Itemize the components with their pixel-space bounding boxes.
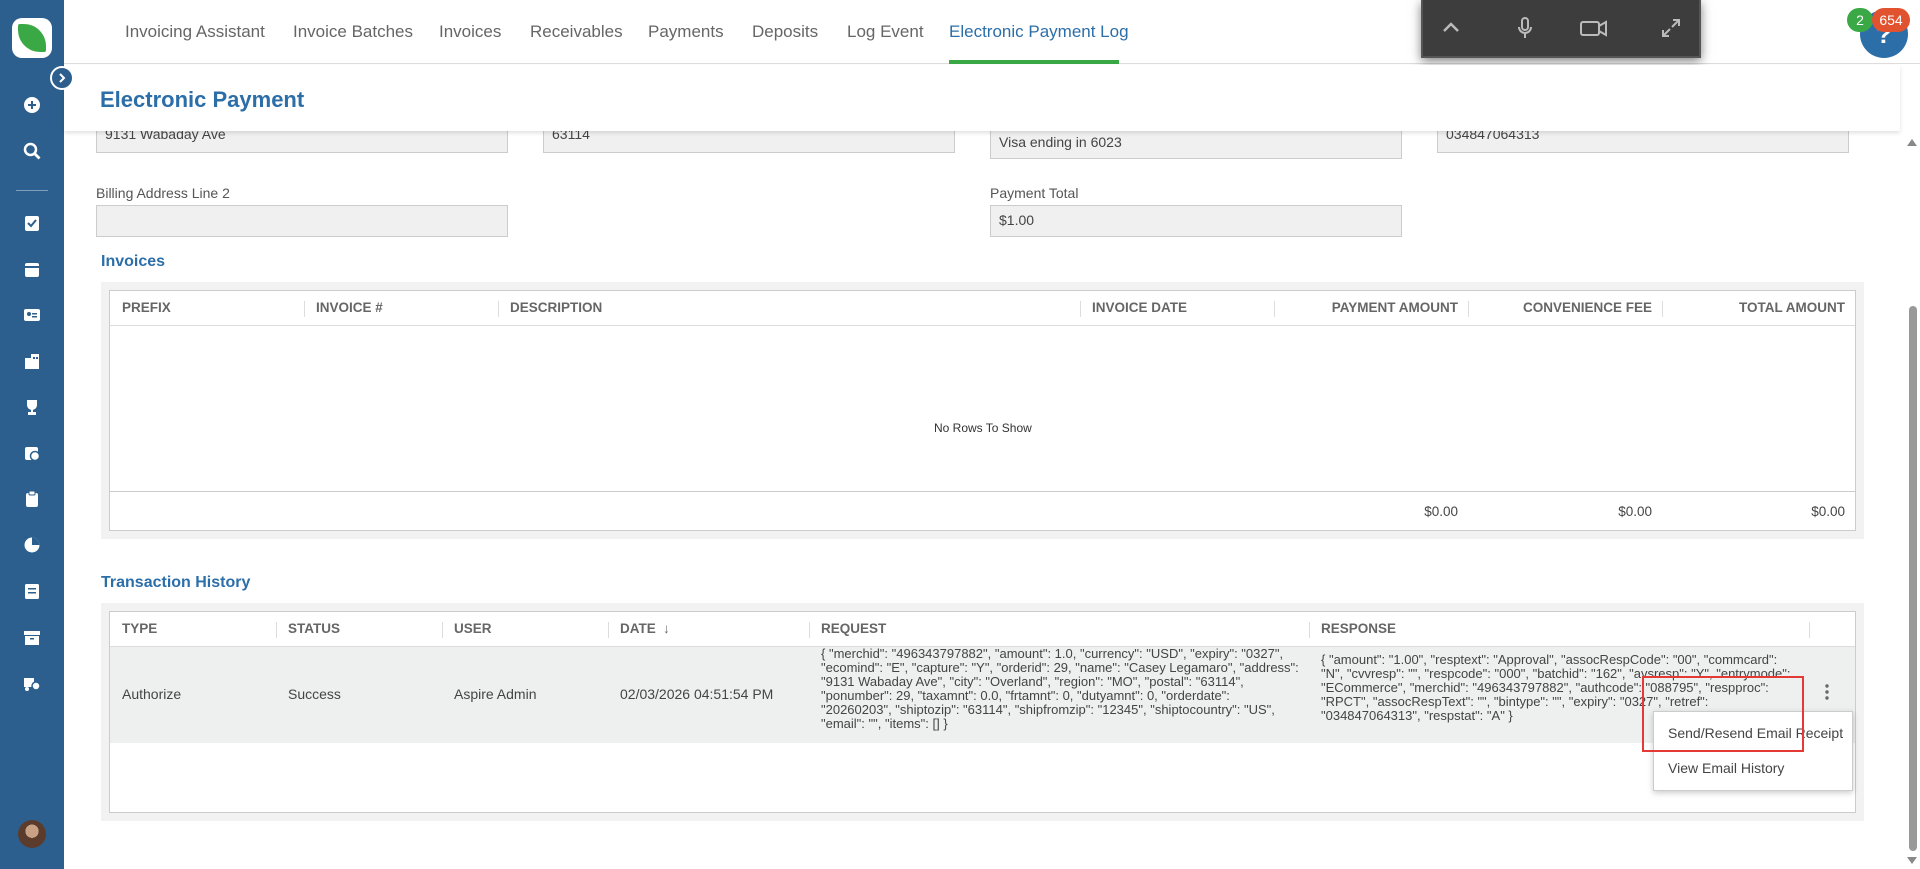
column-separator	[304, 301, 305, 317]
view-email-history-menu-item[interactable]: View Email History	[1668, 760, 1784, 776]
no-rows-message: No Rows To Show	[934, 421, 1032, 435]
add-icon[interactable]	[20, 93, 44, 117]
page-scrollbar[interactable]	[1904, 131, 1920, 869]
invoices-section-title: Invoices	[101, 253, 166, 270]
total-amount: $0.00	[1811, 504, 1845, 519]
tab-receivables[interactable]: Receivables	[530, 22, 623, 42]
cell-request: { "merchid": "496343797882", "amount": 1…	[821, 647, 1299, 731]
tab-log-event[interactable]: Log Event	[847, 22, 924, 42]
column-separator	[1080, 301, 1081, 317]
highlight-box	[1642, 676, 1804, 752]
buildings-icon[interactable]	[20, 349, 44, 373]
tab-invoices[interactable]: Invoices	[439, 22, 501, 42]
video-call-overlay	[1421, 0, 1701, 58]
tab-payments[interactable]: Payments	[648, 22, 724, 42]
column-header-invoice-number[interactable]: INVOICE #	[316, 291, 383, 325]
column-separator	[809, 622, 810, 638]
cell-user: Aspire Admin	[454, 686, 537, 702]
header-divider	[110, 325, 1855, 326]
main-content: 9131 Wabaday Ave 63114 Visa ending in 60…	[64, 131, 1900, 869]
column-header-invoice-date[interactable]: INVOICE DATE	[1092, 291, 1187, 325]
tab-invoice-batches[interactable]: Invoice Batches	[293, 22, 413, 42]
vertical-dots-icon	[1825, 684, 1829, 700]
column-header-total-amount[interactable]: TOTAL AMOUNT	[1739, 291, 1845, 325]
tab-invoicing-assistant[interactable]: Invoicing Assistant	[125, 22, 265, 42]
column-header-date[interactable]: DATE	[620, 612, 656, 646]
column-header-user[interactable]: USER	[454, 612, 492, 646]
column-header-request[interactable]: REQUEST	[821, 612, 886, 646]
calendar-icon[interactable]	[20, 257, 44, 281]
sidebar-divider	[16, 190, 48, 191]
scroll-up-arrow-icon[interactable]	[1907, 139, 1917, 146]
column-header-status[interactable]: STATUS	[288, 612, 340, 646]
invoices-grid: PREFIX INVOICE # DESCRIPTION INVOICE DAT…	[109, 290, 1856, 531]
column-separator	[1309, 622, 1310, 638]
search-icon[interactable]	[20, 139, 44, 163]
column-header-description[interactable]: DESCRIPTION	[510, 291, 602, 325]
payment-total-field[interactable]: $1.00	[990, 205, 1402, 237]
reference-field[interactable]: 034847064313	[1437, 131, 1849, 153]
cell-date: 02/03/2026 04:51:54 PM	[620, 686, 774, 702]
archive-icon[interactable]	[20, 625, 44, 649]
invoices-grid-container: PREFIX INVOICE # DESCRIPTION INVOICE DAT…	[101, 282, 1864, 539]
user-avatar[interactable]	[18, 820, 46, 848]
footer-divider	[110, 491, 1855, 492]
scroll-down-arrow-icon[interactable]	[1907, 857, 1917, 864]
microphone-icon[interactable]	[1511, 16, 1539, 42]
column-header-convenience-fee[interactable]: CONVENIENCE FEE	[1523, 291, 1652, 325]
app-logo[interactable]	[12, 18, 52, 58]
pie-chart-icon[interactable]	[20, 533, 44, 557]
column-separator	[276, 622, 277, 638]
checklist-icon[interactable]	[20, 211, 44, 235]
cell-type: Authorize	[122, 686, 182, 702]
column-separator	[608, 622, 609, 638]
truck-settings-icon[interactable]	[20, 671, 44, 695]
sidebar	[0, 0, 64, 869]
column-header-payment-amount[interactable]: PAYMENT AMOUNT	[1332, 291, 1458, 325]
chevron-right-icon	[59, 73, 66, 83]
card-field[interactable]: Visa ending in 6023	[990, 131, 1402, 159]
history-grid-container: TYPE STATUS USER DATE ↓ REQUEST RESPONSE…	[101, 603, 1864, 821]
total-convenience-fee: $0.00	[1618, 504, 1652, 519]
chevron-up-icon[interactable]	[1437, 16, 1465, 42]
trophy-icon[interactable]	[20, 395, 44, 419]
total-payment-amount: $0.00	[1424, 504, 1458, 519]
row-actions-menu-button[interactable]	[1816, 683, 1838, 705]
billing-line2-field[interactable]	[96, 205, 508, 237]
green-notification-badge[interactable]: 2	[1847, 8, 1873, 32]
clipboard-icon[interactable]	[20, 487, 44, 511]
column-separator	[442, 622, 443, 638]
red-notification-badge[interactable]: 654	[1872, 8, 1910, 32]
table-row[interactable]: Authorize Success Aspire Admin 02/03/202…	[110, 647, 1855, 743]
column-separator	[1274, 301, 1275, 317]
page-title: Electronic Payment	[100, 87, 305, 112]
column-separator	[1662, 301, 1663, 317]
transaction-history-title: Transaction History	[101, 574, 251, 591]
zip-field[interactable]: 63114	[543, 131, 955, 153]
document-list-icon[interactable]	[20, 579, 44, 603]
active-tab-indicator	[949, 60, 1119, 64]
video-camera-icon[interactable]	[1579, 16, 1607, 42]
history-grid: TYPE STATUS USER DATE ↓ REQUEST RESPONSE…	[109, 611, 1856, 813]
column-separator	[1468, 301, 1469, 317]
sort-descending-icon[interactable]: ↓	[663, 612, 670, 646]
contact-card-icon[interactable]	[20, 303, 44, 327]
column-header-prefix[interactable]: PREFIX	[122, 291, 171, 325]
column-separator	[498, 301, 499, 317]
calendar-clock-icon[interactable]	[20, 441, 44, 465]
leaf-logo-icon	[18, 24, 46, 52]
cell-status: Success	[288, 686, 341, 702]
column-header-type[interactable]: TYPE	[122, 612, 157, 646]
payment-total-label: Payment Total	[990, 185, 1079, 201]
page-header: Electronic Payment	[64, 65, 1900, 131]
scroll-thumb[interactable]	[1909, 306, 1917, 851]
tab-electronic-payment-log[interactable]: Electronic Payment Log	[949, 22, 1129, 42]
billing-line2-label: Billing Address Line 2	[96, 185, 230, 201]
address-line1-field[interactable]: 9131 Wabaday Ave	[96, 131, 508, 153]
sidebar-expand-button[interactable]	[50, 66, 74, 90]
tab-deposits[interactable]: Deposits	[752, 22, 818, 42]
column-separator	[1809, 622, 1810, 638]
fullscreen-icon[interactable]	[1657, 16, 1685, 42]
column-header-response[interactable]: RESPONSE	[1321, 612, 1396, 646]
